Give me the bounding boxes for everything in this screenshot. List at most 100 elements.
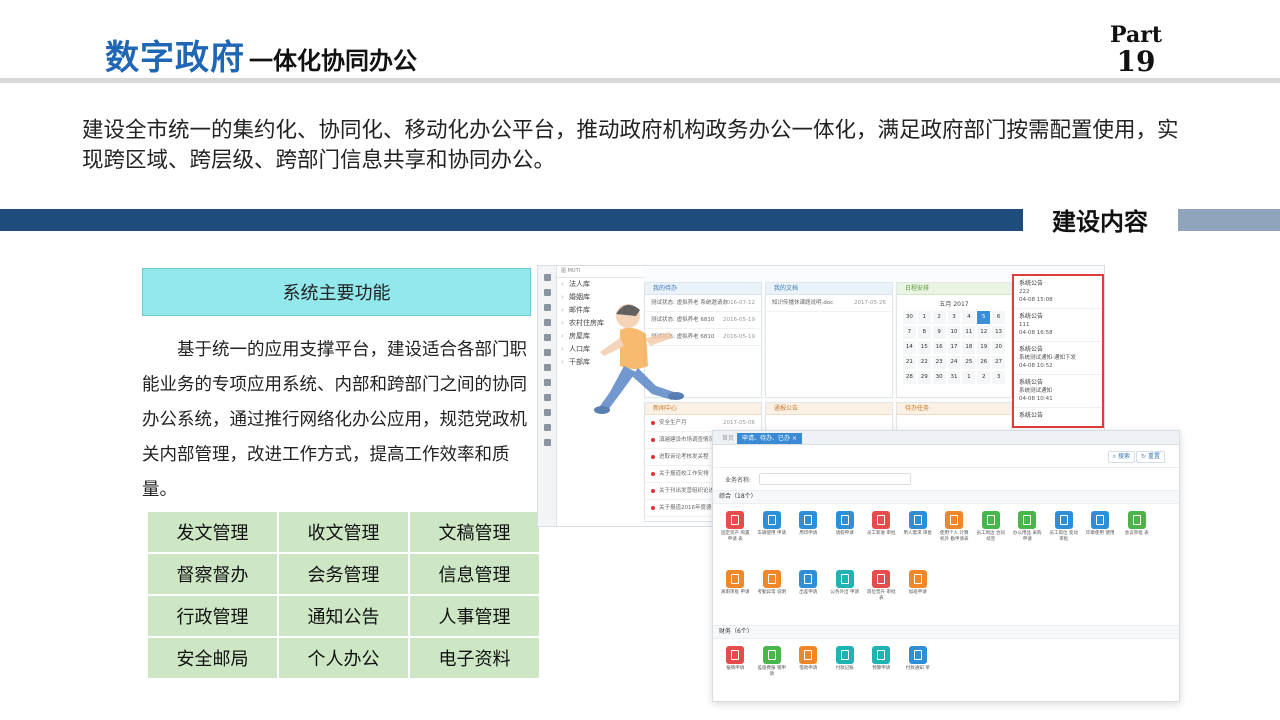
nav-icon[interactable] xyxy=(543,334,551,341)
app-tile[interactable]: 请假申请 xyxy=(827,508,864,564)
form-icon xyxy=(799,570,818,588)
calendar-day[interactable]: 29 xyxy=(917,371,931,384)
app-tile[interactable]: 考勤异常 说明 xyxy=(754,567,791,623)
app-tile[interactable]: 固定资产 购置申请 表 xyxy=(717,508,754,564)
notice-item[interactable]: 系统公告 系统测试通知-通知下发 04-08 10:52 xyxy=(1014,342,1102,375)
calendar-day[interactable]: 3 xyxy=(947,311,961,324)
calendar-day[interactable]: 2 xyxy=(932,311,946,324)
nav-icon[interactable] xyxy=(543,394,551,401)
calendar-day[interactable]: 5 xyxy=(977,311,991,324)
calendar-day[interactable]: 18 xyxy=(962,341,976,354)
calendar-day[interactable]: 3 xyxy=(992,371,1005,384)
app-tile[interactable]: 加班申请 xyxy=(900,567,937,623)
app-tile[interactable]: 员工新进 审批 xyxy=(863,508,900,564)
form-icon xyxy=(835,570,854,588)
tab-home[interactable]: 首页 xyxy=(717,433,739,444)
app-tile[interactable]: 使用个人 计算机外 勤申请表 xyxy=(936,508,973,564)
calendar-day[interactable]: 30 xyxy=(903,311,916,324)
calendar-day[interactable]: 8 xyxy=(917,326,931,339)
nav-icon[interactable] xyxy=(543,364,551,371)
calendar-day[interactable]: 26 xyxy=(977,356,991,369)
calendar-day[interactable]: 23 xyxy=(932,356,946,369)
notice-item[interactable]: 系统公告 xyxy=(1014,408,1102,426)
calendar-day[interactable]: 22 xyxy=(917,356,931,369)
calendar-day[interactable]: 14 xyxy=(903,341,916,354)
calendar-day[interactable]: 12 xyxy=(977,326,991,339)
function-item: 收文管理 xyxy=(279,512,408,552)
notice-body: 222 xyxy=(1019,289,1030,295)
app-tile[interactable]: 借款申请 xyxy=(790,643,827,699)
nav-icon[interactable] xyxy=(543,274,551,281)
calendar-day[interactable]: 2 xyxy=(977,371,991,384)
calendar-day[interactable]: 11 xyxy=(962,326,976,339)
row-date: 2017-05-26 xyxy=(854,300,886,306)
form-icon xyxy=(981,511,1000,529)
row-date: 2016-05-19 xyxy=(723,317,755,323)
calendar-day[interactable]: 15 xyxy=(917,341,931,354)
app-tile[interactable]: 会议审批 表 xyxy=(1119,508,1156,564)
app-tile[interactable]: 差旅费报 销申请 xyxy=(754,643,791,699)
app-tile[interactable]: 离职审批 申请 xyxy=(717,567,754,623)
calendar-day[interactable]: 24 xyxy=(947,356,961,369)
calendar-day[interactable]: 13 xyxy=(992,326,1005,339)
calendar-day[interactable]: 20 xyxy=(992,341,1005,354)
notice-item[interactable]: 系统公告 系统测试通知 04-08 10:41 xyxy=(1014,375,1102,408)
nav-icon[interactable] xyxy=(543,409,551,416)
app-tile[interactable]: 公务外出 申请 xyxy=(827,567,864,623)
calendar-day[interactable]: 10 xyxy=(947,326,961,339)
calendar-day[interactable]: 7 xyxy=(903,326,916,339)
calendar-day[interactable]: 19 xyxy=(977,341,991,354)
app-label: 考勤异常 说明 xyxy=(757,590,786,595)
calendar-day[interactable]: 1 xyxy=(962,371,976,384)
app-tile[interactable]: 用印申请 xyxy=(790,508,827,564)
calendar-day[interactable]: 31 xyxy=(947,371,961,384)
app-tile[interactable]: 付款记账 xyxy=(827,643,864,699)
calendar-day[interactable]: 16 xyxy=(932,341,946,354)
calendar-day[interactable]: 30 xyxy=(932,371,946,384)
tab-apply[interactable]: 申请、待办、已办 × xyxy=(737,433,802,444)
app-tile[interactable]: 报销申请 xyxy=(717,643,754,699)
title-main: 数字政府 xyxy=(105,38,245,78)
app-tile[interactable]: 出差申请 xyxy=(790,567,827,623)
row-text: 进取诉论考核发关程 xyxy=(659,454,709,460)
app-tile[interactable]: 员工周边 合同续签 xyxy=(973,508,1010,564)
notice-item[interactable]: 系统公告 222 04-08 15:08 xyxy=(1014,276,1102,309)
nav-icon[interactable] xyxy=(543,379,551,386)
intro-text: 建设全市统一的集约化、协同化、移动化办公平台，推动政府机构政务办公一体化，满足政… xyxy=(82,118,1179,173)
app-tile[interactable]: 预算申请 xyxy=(863,643,900,699)
app-tile[interactable]: 办公用品 采购申请 xyxy=(1009,508,1046,564)
search-button[interactable]: ⌕ 搜索 xyxy=(1107,451,1135,463)
row-date: 2017-05-06 xyxy=(723,420,755,426)
section-finance: 财务（6个） xyxy=(713,625,1179,639)
app-tile[interactable]: 付款通知 单 xyxy=(900,643,937,699)
calendar-day[interactable]: 17 xyxy=(947,341,961,354)
file-row[interactable]: 知识传播休课题说明.doc 2017-05-26 xyxy=(766,295,892,312)
calendar-day[interactable]: 21 xyxy=(903,356,916,369)
calendar-day[interactable]: 1 xyxy=(917,311,931,324)
calendar-day[interactable]: 28 xyxy=(903,371,916,384)
nav-icon[interactable] xyxy=(543,349,551,356)
app-tile[interactable]: 车辆使用 申请 xyxy=(754,508,791,564)
calendar-day[interactable]: 4 xyxy=(962,311,976,324)
nav-icon[interactable] xyxy=(543,289,551,296)
form-icon xyxy=(762,646,781,664)
nav-icon[interactable] xyxy=(543,439,551,446)
function-item: 个人办公 xyxy=(279,638,408,678)
calendar-day[interactable]: 9 xyxy=(932,326,946,339)
tree-item[interactable]: 法人库 xyxy=(557,278,643,291)
business-name-input[interactable] xyxy=(759,473,911,485)
notice-item[interactable]: 系统公告 111 04-08 16:58 xyxy=(1014,309,1102,342)
calendar-day[interactable]: 27 xyxy=(992,356,1005,369)
app-tile[interactable]: 员工岗位 变动审批 xyxy=(1046,508,1083,564)
app-tile[interactable]: 印章使用 使用 xyxy=(1082,508,1119,564)
reset-button[interactable]: ↻ 重置 xyxy=(1136,451,1165,463)
app-tile[interactable]: 岗位晋升 审批表 xyxy=(863,567,900,623)
close-icon[interactable]: × xyxy=(792,435,797,442)
app-tile[interactable]: 用人需求 审批 xyxy=(900,508,937,564)
calendar-day[interactable]: 25 xyxy=(962,356,976,369)
nav-icon[interactable] xyxy=(543,304,551,311)
nav-icon[interactable] xyxy=(543,424,551,431)
search-label: 业务名称: xyxy=(725,477,752,484)
nav-icon[interactable] xyxy=(543,319,551,326)
calendar-day[interactable]: 6 xyxy=(992,311,1005,324)
